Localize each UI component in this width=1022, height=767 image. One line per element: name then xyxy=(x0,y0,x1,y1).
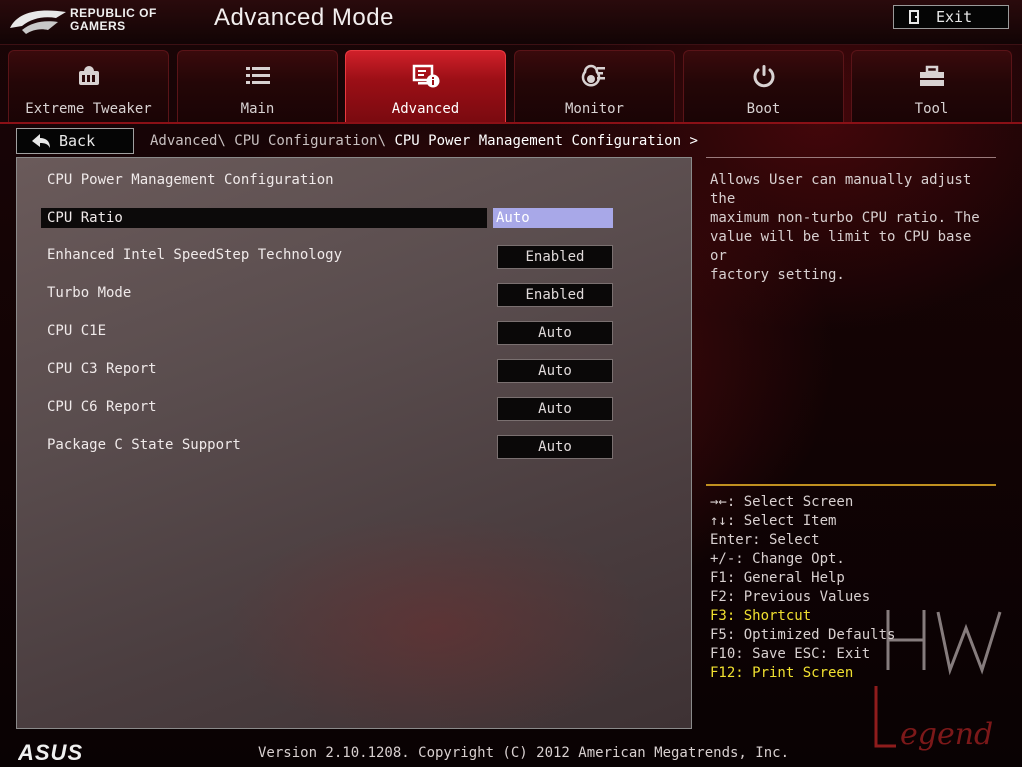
breadcrumb-path[interactable]: Advanced\ CPU Configuration\ xyxy=(150,133,394,149)
help-description: Allows User can manually adjust the maxi… xyxy=(710,172,980,283)
setting-row-turbo-mode[interactable]: Turbo Mode Enabled xyxy=(41,283,671,307)
setting-label: CPU C6 Report xyxy=(47,399,157,415)
exit-door-icon xyxy=(909,10,919,24)
tweaker-icon xyxy=(78,66,99,85)
tab-label: Advanced xyxy=(391,101,460,117)
toolbox-icon xyxy=(919,65,944,86)
settings-panel: CPU Power Management Configuration CPU R… xyxy=(16,157,692,729)
asus-logo: ASUS xyxy=(18,741,83,763)
tab-boot[interactable]: Boot xyxy=(683,50,844,122)
exit-button[interactable]: Exit xyxy=(893,5,1009,29)
setting-label: CPU C1E xyxy=(47,323,107,339)
setting-value-field[interactable]: Auto xyxy=(493,208,613,228)
rog-logo-text: REPUBLIC OF GAMERS xyxy=(70,7,157,33)
setting-row-cpu-c6-report[interactable]: CPU C6 Report Auto xyxy=(41,397,671,421)
tab-advanced[interactable]: Advanced xyxy=(345,50,506,122)
back-button[interactable]: Back xyxy=(16,128,134,154)
tab-label: Main xyxy=(240,101,275,117)
thermometer-icon xyxy=(581,64,605,87)
setting-row-cpu-c1e[interactable]: CPU C1E Auto xyxy=(41,321,671,345)
setting-label: Package C State Support xyxy=(47,437,241,453)
key-hint: ↑↓: Select Item xyxy=(710,513,837,529)
setting-value-button[interactable]: Auto xyxy=(497,435,613,459)
tab-label: Extreme Tweaker xyxy=(25,101,152,117)
help-divider xyxy=(706,157,996,158)
svg-text:egend: egend xyxy=(900,717,993,752)
power-icon xyxy=(753,65,774,88)
setting-value-button[interactable]: Auto xyxy=(497,397,613,421)
brand-line-2: GAMERS xyxy=(70,19,126,33)
setting-label: CPU Ratio xyxy=(47,210,123,226)
section-title: CPU Power Management Configuration xyxy=(47,172,334,188)
tab-divider xyxy=(0,122,1022,124)
back-label: Back xyxy=(59,132,96,150)
key-hint: →←: Select Screen xyxy=(710,494,854,510)
setting-row-cpu-c3-report[interactable]: CPU C3 Report Auto xyxy=(41,359,671,383)
rog-logo: REPUBLIC OF GAMERS xyxy=(8,2,188,40)
tab-tool[interactable]: Tool xyxy=(851,50,1012,122)
rog-eye-icon xyxy=(10,10,66,34)
tab-main[interactable]: Main xyxy=(177,50,338,122)
tab-extreme-tweaker[interactable]: Extreme Tweaker xyxy=(8,50,169,122)
key-hint: F1: General Help xyxy=(710,570,845,586)
key-hint: +/-: Change Opt. xyxy=(710,551,845,567)
hw-legend-watermark: egend xyxy=(874,610,1002,752)
setting-row-speedstep[interactable]: Enhanced Intel SpeedStep Technology Enab… xyxy=(41,245,671,269)
advanced-icon xyxy=(412,64,439,88)
breadcrumb: Advanced\ CPU Configuration\ CPU Power M… xyxy=(150,133,698,149)
setting-value-button[interactable]: Enabled xyxy=(497,283,613,307)
setting-label: CPU C3 Report xyxy=(47,361,157,377)
version-text: Version 2.10.1208. Copyright (C) 2012 Am… xyxy=(258,745,790,761)
exit-label: Exit xyxy=(936,8,973,26)
breadcrumb-current: CPU Power Management Configuration > xyxy=(394,133,698,149)
setting-label: Enhanced Intel SpeedStep Technology xyxy=(47,247,343,263)
mode-title: Advanced Mode xyxy=(214,4,394,31)
tab-monitor[interactable]: Monitor xyxy=(514,50,675,122)
svg-text:ASUS: ASUS xyxy=(18,741,83,763)
setting-label: Turbo Mode xyxy=(47,285,132,301)
setting-value-button[interactable]: Enabled xyxy=(497,245,613,269)
list-icon xyxy=(245,67,270,84)
tab-label: Tool xyxy=(914,101,949,117)
header-bar: REPUBLIC OF GAMERS Advanced Mode Exit xyxy=(0,0,1022,45)
setting-row-package-c-state[interactable]: Package C State Support Auto xyxy=(41,435,671,459)
key-hint: Enter: Select xyxy=(710,532,820,548)
tab-label: Boot xyxy=(746,101,781,117)
setting-row-cpu-ratio[interactable]: CPU Ratio Auto xyxy=(41,208,671,230)
tab-label: Monitor xyxy=(564,101,624,117)
back-arrow-icon xyxy=(32,134,50,148)
setting-value-button[interactable]: Auto xyxy=(497,321,613,345)
setting-value-button[interactable]: Auto xyxy=(497,359,613,383)
keys-divider xyxy=(706,484,996,486)
